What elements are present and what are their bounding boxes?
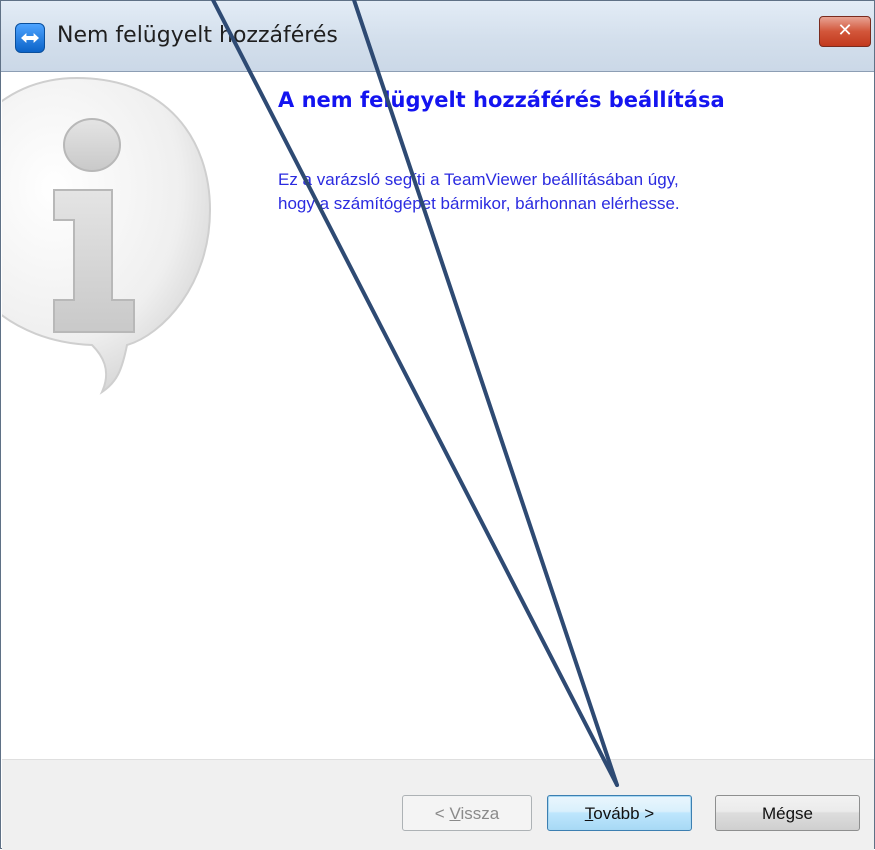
wizard-content: A nem felügyelt hozzáférés beállítása Ez…: [2, 72, 874, 759]
description-line-1: Ez a varázsló segíti a TeamViewer beállí…: [278, 170, 679, 189]
next-button[interactable]: Tovább >: [547, 795, 692, 831]
wizard-window: Nem felügyelt hozzáférés ✕ A nem felügye…: [0, 0, 875, 850]
close-icon: ✕: [837, 20, 853, 41]
button-bar: < Vissza Tovább > Mégse: [2, 759, 874, 850]
window-title: Nem felügyelt hozzáférés: [57, 23, 338, 48]
info-speech-bubble-icon: [2, 76, 212, 395]
description-line-2: hogy a számítógépet bármikor, bárhonnan …: [278, 194, 680, 213]
cancel-button[interactable]: Mégse: [715, 795, 860, 831]
close-button[interactable]: ✕: [819, 16, 871, 47]
wizard-description: Ez a varázsló segíti a TeamViewer beállí…: [278, 168, 838, 216]
wizard-heading: A nem felügyelt hozzáférés beállítása: [278, 88, 725, 112]
title-bar[interactable]: Nem felügyelt hozzáférés ✕: [1, 1, 874, 72]
teamviewer-icon: [15, 23, 45, 53]
back-button[interactable]: < Vissza: [402, 795, 532, 831]
